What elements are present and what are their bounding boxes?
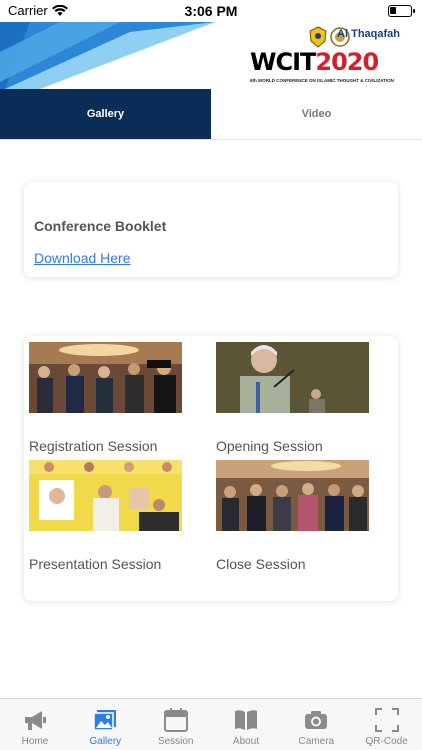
presentation-photo[interactable]	[29, 460, 182, 531]
battery-icon	[388, 5, 415, 17]
gallery-caption: Registration Session	[29, 438, 158, 454]
status-bar: Carrier 3:06 PM	[0, 0, 422, 22]
logo-it: IT	[292, 48, 316, 76]
qr-scan-icon	[374, 708, 399, 732]
logo-brand-name: Al Thaqafah	[337, 28, 400, 40]
registration-photo[interactable]	[29, 342, 182, 413]
tabbar-item-session[interactable]: Session	[141, 699, 211, 750]
logo-year: 2020	[315, 48, 379, 76]
camera-icon	[305, 711, 328, 729]
gallery-card: Registration Session Opening Session Pre…	[24, 336, 398, 601]
segment-tabs: Gallery Video	[0, 89, 422, 140]
tabbar-item-about[interactable]: About	[211, 699, 281, 750]
tabbar-label: QR-Code	[365, 736, 408, 747]
tabbar-item-home[interactable]: Home	[0, 699, 70, 750]
logo-wc: WC	[250, 48, 293, 76]
conference-logo: Al Thaqafah WCIT2020 6th WORLD CONFERENC…	[250, 24, 400, 86]
tabbar-label: Camera	[298, 736, 335, 747]
tabbar-item-gallery[interactable]: Gallery	[70, 699, 140, 750]
gallery-caption: Close Session	[216, 556, 306, 572]
logo-wordmark: WCIT2020	[250, 48, 379, 76]
bottom-tab-bar: Home Gallery Session About Camera QR-Cod…	[0, 698, 422, 750]
logo-caption: 6th WORLD CONFERENCE ON ISLAMIC THOUGHT …	[250, 78, 394, 83]
tabbar-label: Gallery	[89, 736, 122, 747]
status-time: 3:06 PM	[184, 3, 238, 19]
booklet-title: Conference Booklet	[34, 218, 167, 234]
tabbar-item-camera[interactable]: Camera	[281, 699, 351, 750]
tab-gallery[interactable]: Gallery	[0, 89, 211, 139]
calendar-icon	[163, 708, 188, 732]
tabbar-label: Session	[157, 736, 194, 747]
download-link[interactable]: Download Here	[34, 250, 131, 266]
gallery-caption: Opening Session	[216, 438, 323, 454]
tab-video[interactable]: Video	[211, 89, 422, 139]
header-banner: Al Thaqafah WCIT2020 6th WORLD CONFERENC…	[0, 22, 422, 89]
book-icon	[234, 710, 257, 730]
gallery-icon	[93, 710, 117, 731]
tabbar-label: About	[232, 736, 260, 747]
opening-photo[interactable]	[216, 342, 369, 413]
battery-level	[390, 7, 396, 14]
gallery-caption: Presentation Session	[29, 556, 162, 572]
tabbar-item-qr-code[interactable]: QR-Code	[352, 699, 422, 750]
university-seal-icon	[309, 26, 327, 48]
booklet-card: Conference Booklet Download Here	[24, 182, 398, 277]
tabbar-label: Home	[21, 736, 49, 747]
close-photo[interactable]	[216, 460, 369, 531]
megaphone-icon	[25, 711, 46, 730]
